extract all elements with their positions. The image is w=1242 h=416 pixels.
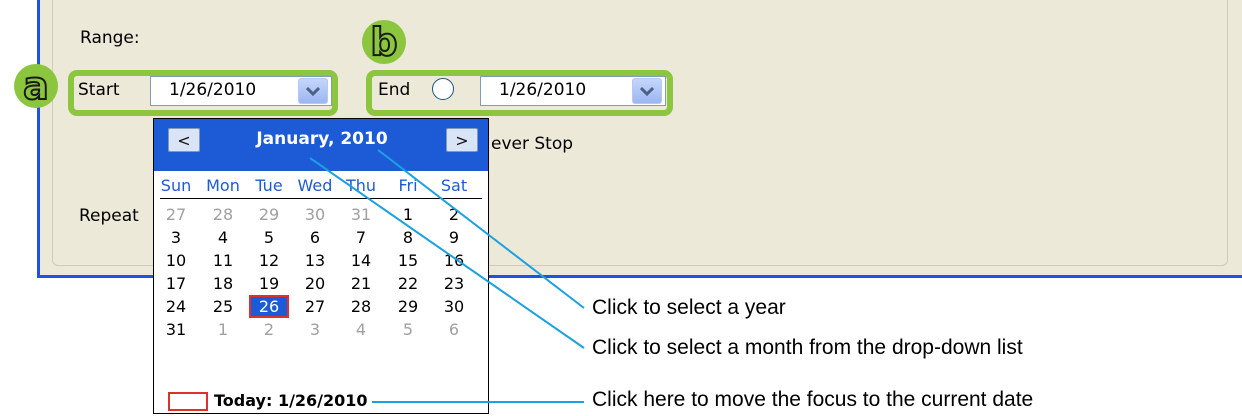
annotation-today: Click here to move the focus to the curr…	[592, 388, 1034, 411]
annotation-month: Click to select a month from the drop-do…	[592, 336, 1023, 359]
callout-line-month	[309, 157, 585, 349]
callout-line-year	[377, 149, 585, 309]
annotation-year: Click to select a year	[592, 296, 786, 319]
